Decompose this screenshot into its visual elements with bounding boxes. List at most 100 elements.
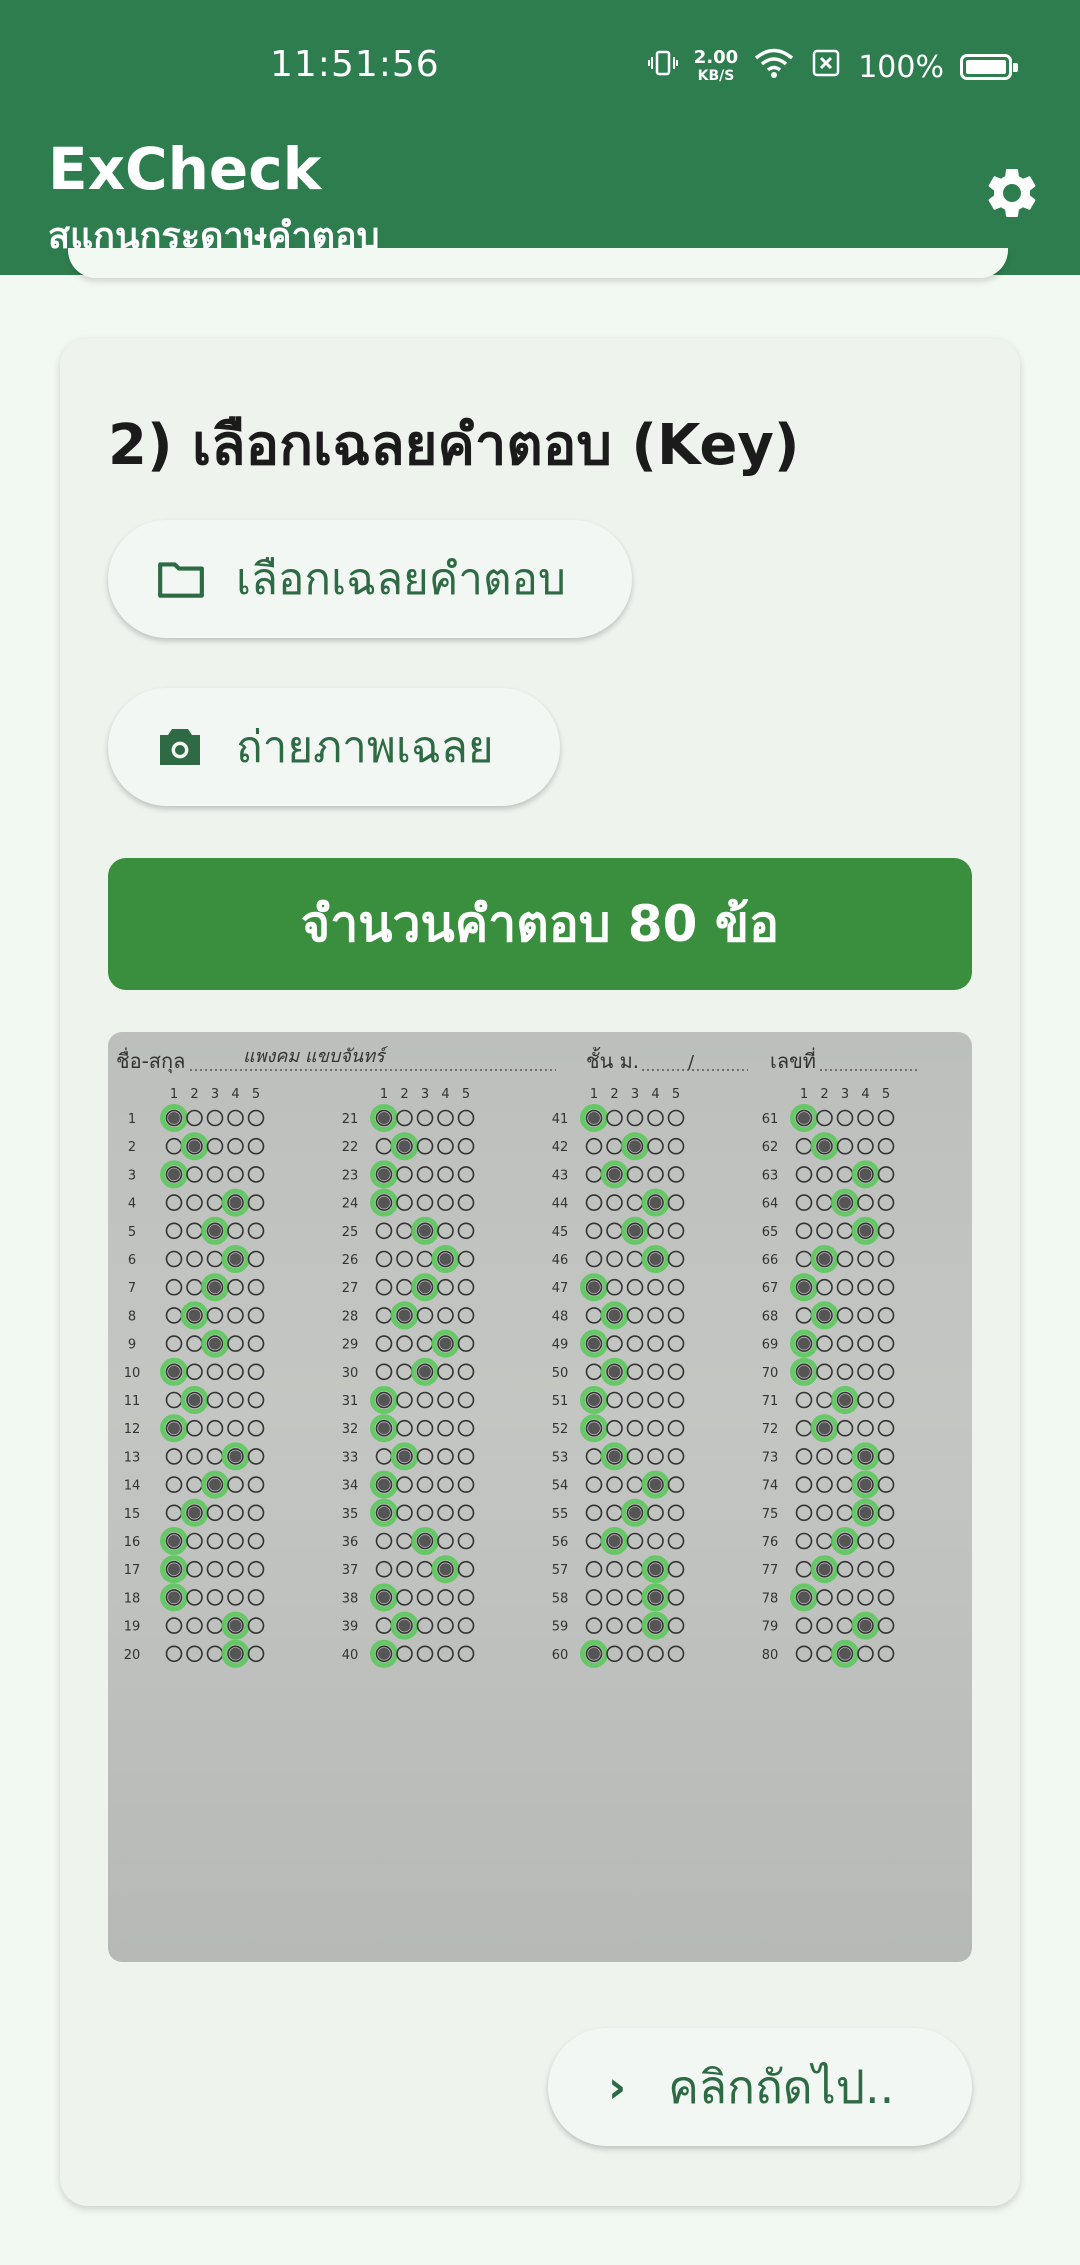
answer-bubble [667,1166,685,1183]
answer-bubble [836,1307,854,1324]
filled-bubble [588,1647,600,1660]
filled-bubble [419,1365,431,1378]
choice-label: 3 [211,1087,219,1102]
choose-key-button[interactable]: เลือกเฉลยคำตอบ [108,520,632,638]
answer-bubble [667,1476,685,1493]
answer-bubble [396,1335,413,1352]
answer-bubble [585,1137,603,1155]
filled-bubble [629,1224,641,1237]
answer-bubble [227,1222,244,1240]
filled-bubble [209,1224,221,1237]
answer-bubble [877,1137,895,1155]
answer-bubble [877,1194,895,1211]
answer-bubble [816,1278,833,1296]
answer-bubble [457,1363,475,1381]
answer-bubble [816,1166,833,1183]
question-number: 36 [342,1535,359,1550]
answer-bubble [667,1560,685,1578]
filled-bubble [378,1591,390,1604]
answer-bubble [585,1560,603,1578]
answer-bubble [165,1391,183,1409]
filled-bubble [798,1365,810,1378]
answer-bubble [416,1250,434,1268]
answer-bubble [375,1307,393,1324]
answer-bubble [206,1109,224,1127]
answer-bubble [626,1250,644,1268]
question-number: 32 [342,1422,359,1437]
question-number: 67 [762,1281,779,1296]
answer-bubble [416,1504,434,1522]
answer-bubble [647,1278,664,1296]
answer-bubble [606,1109,623,1127]
answer-bubble [606,1617,623,1634]
network-speed-unit: KB/S [697,68,735,84]
answer-bubble [206,1363,224,1381]
answer-bubble [836,1278,854,1296]
answer-bubble [626,1532,644,1550]
answer-bubble [457,1532,475,1550]
choice-label: 4 [231,1087,239,1102]
gear-icon [988,169,1036,217]
answer-bubble [416,1560,434,1578]
answer-bubble [647,1109,664,1127]
answer-bubble [247,1589,265,1606]
answer-bubble [247,1194,265,1211]
answer-bubble [437,1504,454,1522]
answer-bubble [606,1222,623,1240]
answer-bubble [606,1391,623,1409]
answer-bubble [877,1335,895,1352]
answer-bubble [206,1250,224,1268]
filled-bubble [188,1394,201,1406]
answer-bubble [877,1222,895,1240]
answer-bubble [816,1617,833,1634]
answer-bubble [396,1589,413,1606]
choice-label: 4 [861,1087,869,1102]
answer-bubble [457,1335,475,1352]
answer-bubble [247,1307,265,1324]
answer-bubble [647,1363,664,1381]
filled-bubble [588,1394,600,1406]
answer-bubble [416,1194,434,1211]
answer-bubble [795,1222,813,1240]
filled-bubble [839,1535,851,1547]
question-number: 7 [128,1281,136,1296]
filled-bubble [229,1253,242,1265]
answer-bubble [857,1391,874,1409]
next-button[interactable]: › คลิกถัดไป.. [548,2028,972,2146]
answer-bubble [795,1137,813,1155]
answer-bubble [437,1532,454,1550]
answer-bubble [667,1448,685,1465]
choice-label: 2 [400,1087,408,1102]
photo-key-button[interactable]: ถ่ายภาพเฉลย [108,688,560,806]
question-number: 75 [762,1507,779,1522]
answer-bubble [396,1560,413,1578]
question-number: 5 [128,1225,136,1240]
filled-bubble [859,1619,872,1632]
answer-bubble [877,1617,895,1634]
answer-count-banner[interactable]: จำนวนคำตอบ 80 ข้อ [108,858,972,990]
question-number: 1 [128,1112,136,1127]
answer-bubble [396,1645,413,1663]
answer-bubble [165,1278,183,1296]
answer-bubble [227,1391,244,1409]
question-number: 59 [552,1620,569,1635]
filled-bubble [398,1619,411,1632]
answer-bubble [836,1109,854,1127]
answer-bubble [626,1560,644,1578]
question-number: 51 [552,1394,569,1409]
filled-bubble [188,1506,201,1519]
question-number: 54 [552,1479,569,1494]
answer-bubble [457,1504,475,1522]
answer-bubble [416,1448,434,1465]
filled-bubble [649,1563,662,1576]
question-number: 23 [342,1168,359,1183]
choice-label: 1 [380,1087,388,1102]
answer-bubble [206,1391,224,1409]
answer-bubble [877,1476,895,1493]
filled-bubble [378,1112,390,1124]
settings-button[interactable] [976,157,1048,229]
question-number: 73 [762,1450,779,1465]
answer-bubble [206,1194,224,1211]
answer-sheet-drawing: ชื่อ-สกุล แพงคม แขบจันทร์ ชั้น ม. / เลขที่ 1… [116,1046,920,1668]
answer-bubble [857,1335,874,1352]
